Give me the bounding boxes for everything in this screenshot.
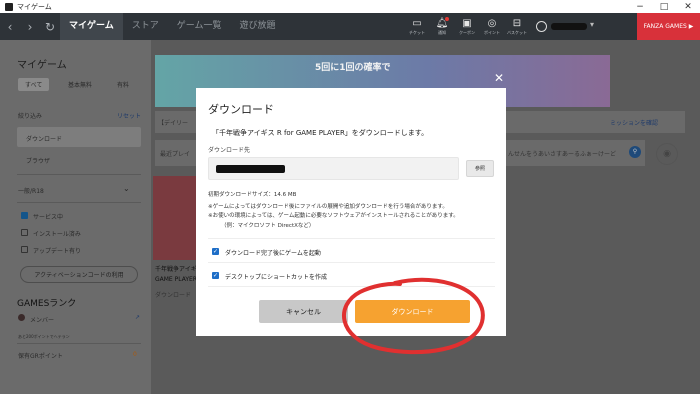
ticket-icon[interactable]: ▭ チケット [404,13,430,40]
filter-tab-all[interactable]: すべて [18,78,50,91]
reload-icon[interactable]: ↻ [40,20,60,34]
rank-value: メンバー [30,317,55,324]
sidebar-title: マイゲーム [17,60,67,71]
bell-icon[interactable]: 🔔︎ 通知 [429,13,455,40]
fanza-games-button[interactable]: FANZA GAMES ▶ [637,13,700,40]
sidebar-item-browser[interactable]: ブラウザ [26,156,50,165]
dialog-message: 「千年戦争アイギス R for GAME PLAYER」をダウンロードします。 [212,129,429,137]
banner-text: 5回に1回の確率で [315,63,391,73]
tab-game-list[interactable]: ゲーム一覧 [168,13,231,40]
download-size: 初期ダウンロードサイズ：14.6 MB [208,192,297,198]
service-checkbox-label: サービス中 [33,214,64,221]
divider [17,174,141,175]
cancel-button[interactable]: キャンセル [259,300,348,323]
game-thumbnail[interactable] [153,176,197,260]
forward-icon[interactable]: › [20,20,40,34]
installed-checkbox-label: インストール済み [33,231,81,238]
filter-heading: 絞り込み [18,113,43,120]
divider [208,238,495,239]
create-shortcut-checkbox[interactable]: ✓ [212,272,219,279]
service-checkbox[interactable] [21,212,28,219]
divider [208,286,495,287]
divider [17,343,141,344]
filter-tab-paid[interactable]: 有料 [117,80,129,89]
update-checkbox-label: アップデート有り [33,248,82,255]
maximize-icon[interactable]: □ [652,0,676,13]
app-icon [5,2,13,11]
rank-icon [18,314,25,321]
installed-checkbox[interactable] [21,229,28,236]
external-link-icon[interactable]: ↗ [135,314,140,321]
download-path-field[interactable] [208,157,459,180]
dest-label: ダウンロード先 [208,147,251,154]
username-redacted[interactable] [551,23,587,30]
point-icon[interactable]: ◎ ポイント [479,13,505,40]
close-icon[interactable]: ✕ [494,71,504,85]
browse-button[interactable]: 参照 [466,160,494,177]
dialog-title: ダウンロード [208,103,274,116]
title-bar: マイゲーム − □ ✕ [0,0,700,13]
recent-label: 最近プレイ [160,151,191,158]
create-shortcut-label: デスクトップにショートカットを作成 [225,274,328,281]
basket-icon[interactable]: ⊟ バスケット [504,13,530,40]
rating-select[interactable]: 一般/R18 [18,186,44,195]
gr-points-value: 0 [133,351,137,358]
gr-points-label: 保有GRポイント [18,353,63,360]
rank-note: あと200ポイントでヘテラン [18,334,70,339]
game-title[interactable]: 千年戦争アイギ GAME PLAYER [155,265,197,285]
window-title: マイゲーム [17,2,52,11]
tab-store[interactable]: ストア [123,13,168,40]
note-3: （例：マイクロソフト DirectXなど） [221,223,315,229]
download-button[interactable]: ダウンロード [355,300,470,323]
games-rank-title: GAMESランク [17,299,77,309]
tab-unlimited[interactable]: 遊び放題 [230,13,284,40]
eye-icon[interactable]: ◉ [656,143,678,165]
avatar[interactable] [536,21,547,32]
update-checkbox[interactable] [21,246,28,253]
search-field[interactable]: んせんをうあいさすあーるふぁーけーど [508,149,616,158]
divider [17,202,141,203]
activation-code-button[interactable]: アクティベーションコードの利用 [20,266,138,283]
coupon-icon[interactable]: ▣ クーポン [454,13,480,40]
note-1: ※ゲームによってはダウンロード後にファイルの展開や追加ダウンロードを行う場合があ… [208,204,448,210]
launch-after-download-checkbox[interactable]: ✓ [212,248,219,255]
back-icon[interactable]: ‹ [0,20,20,34]
mission-link[interactable]: ミッションを確認 [610,118,658,127]
daily-label: 【デイリー [158,120,189,127]
sidebar-item-download-label: ダウンロード [26,136,63,143]
reset-link[interactable]: リセット [117,111,141,120]
divider [208,262,495,263]
top-nav: ‹ › ↻ マイゲーム ストア ゲーム一覧 遊び放題 [0,13,700,40]
game-download-link[interactable]: ダウンロード [155,290,191,299]
close-window-icon[interactable]: ✕ [676,0,700,13]
tab-my-games[interactable]: マイゲーム [60,13,123,40]
search-icon[interactable]: ⚲ [629,146,641,158]
chevron-down-icon[interactable]: ▾ [590,20,594,29]
launch-after-download-label: ダウンロード完了後にゲームを起動 [225,250,321,257]
notification-dot [445,17,449,21]
path-redacted [216,165,285,173]
note-2: ※お使いの環境によっては、ゲーム起動に必要なソフトウェアがインストールされること… [208,213,459,219]
filter-tab-free[interactable]: 基本無料 [68,80,92,89]
chevron-down-icon[interactable]: ⌄ [123,184,130,193]
minimize-icon[interactable]: − [628,0,652,13]
